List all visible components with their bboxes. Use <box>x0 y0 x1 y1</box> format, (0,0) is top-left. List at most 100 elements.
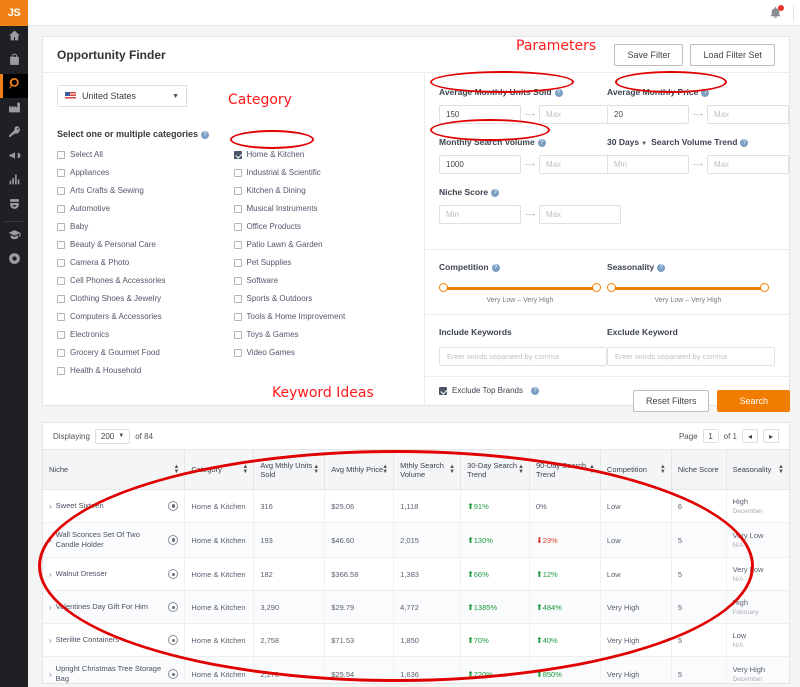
help-icon[interactable]: ? <box>740 139 748 147</box>
avg-price-max-input[interactable] <box>707 105 789 124</box>
category-checkbox-row[interactable]: Camera & Photo <box>57 258 234 267</box>
category-checkbox[interactable] <box>57 313 65 321</box>
column-header[interactable]: 30-Day Search Trend▲▼ <box>461 450 530 490</box>
sort-icon[interactable]: ▲▼ <box>660 465 666 475</box>
category-checkbox[interactable] <box>234 295 242 303</box>
category-checkbox-row[interactable]: Patio Lawn & Garden <box>234 240 411 249</box>
sidebar-item-support[interactable] <box>0 249 28 273</box>
category-checkbox-row[interactable]: Office Products <box>234 222 411 231</box>
category-checkbox-row[interactable]: Computers & Accessories <box>57 312 234 321</box>
help-icon[interactable]: ? <box>555 89 563 97</box>
category-checkbox-row[interactable]: Kitchen & Dining <box>234 186 411 195</box>
sort-icon[interactable]: ▲▼ <box>173 465 179 475</box>
category-checkbox[interactable] <box>57 277 65 285</box>
load-filter-set-button[interactable]: Load Filter Set <box>690 44 775 66</box>
view-details-icon[interactable] <box>168 635 178 645</box>
category-checkbox-row[interactable]: Select All <box>57 150 234 159</box>
sort-icon[interactable]: ▲▼ <box>242 465 248 475</box>
category-checkbox[interactable] <box>234 205 242 213</box>
category-checkbox[interactable] <box>57 169 65 177</box>
category-checkbox[interactable] <box>234 349 242 357</box>
sidebar-item-analytics[interactable] <box>0 170 28 194</box>
notifications-button[interactable] <box>767 4 785 22</box>
sidebar-item-inventory[interactable] <box>0 194 28 218</box>
sort-icon[interactable]: ▲▼ <box>382 465 388 475</box>
category-checkbox-row[interactable]: Grocery & Gourmet Food <box>57 348 234 357</box>
search-volume-min-input[interactable] <box>439 155 521 174</box>
category-checkbox[interactable] <box>57 241 65 249</box>
sidebar-item-keyword-scout[interactable] <box>0 122 28 146</box>
expand-row-icon[interactable]: › <box>49 636 52 645</box>
table-row[interactable]: ›Valentines Day Gift For HimHome & Kitch… <box>43 591 789 624</box>
category-checkbox-row[interactable]: Pet Supplies <box>234 258 411 267</box>
category-checkbox[interactable] <box>234 313 242 321</box>
category-checkbox-row[interactable]: Baby <box>57 222 234 231</box>
help-icon[interactable]: ? <box>657 264 665 272</box>
trend-days-select[interactable]: 30 Days <box>607 137 639 147</box>
help-icon[interactable]: ? <box>538 139 546 147</box>
category-checkbox-row[interactable]: Sports & Outdoors <box>234 294 411 303</box>
category-checkbox-row[interactable]: Home & Kitchen <box>234 150 411 159</box>
seasonality-slider[interactable] <box>607 283 769 293</box>
help-icon[interactable]: ? <box>491 189 499 197</box>
category-checkbox-row[interactable]: Musical Instruments <box>234 204 411 213</box>
category-checkbox[interactable] <box>234 223 242 231</box>
niche-score-min-input[interactable] <box>439 205 521 224</box>
slider-knob-min[interactable] <box>607 283 616 292</box>
slider-knob-max[interactable] <box>760 283 769 292</box>
category-checkbox[interactable] <box>57 367 65 375</box>
reset-filters-button[interactable]: Reset Filters <box>633 390 710 412</box>
sort-icon[interactable]: ▲▼ <box>589 465 595 475</box>
sort-icon[interactable]: ▲▼ <box>313 465 319 475</box>
category-checkbox-row[interactable]: Industrial & Scientific <box>234 168 411 177</box>
view-details-icon[interactable] <box>168 535 178 545</box>
category-checkbox-row[interactable]: Appliances <box>57 168 234 177</box>
column-header[interactable]: Niche Score <box>671 450 726 490</box>
app-logo[interactable]: JS <box>0 0 28 26</box>
column-header[interactable]: Seasonality▲▼ <box>726 450 789 490</box>
save-filter-button[interactable]: Save Filter <box>614 44 683 66</box>
view-details-icon[interactable] <box>168 569 178 579</box>
table-row[interactable]: ›Wall Sconces Set Of Two Candle HolderHo… <box>43 523 789 558</box>
category-checkbox[interactable] <box>57 349 65 357</box>
prev-page-button[interactable]: ◂ <box>742 429 758 443</box>
chevron-down-icon[interactable]: ▼ <box>641 141 647 147</box>
sort-icon[interactable]: ▲▼ <box>449 465 455 475</box>
table-row[interactable]: ›Walnut DresserHome & Kitchen182$366.581… <box>43 558 789 591</box>
expand-row-icon[interactable]: › <box>49 603 52 612</box>
category-checkbox-row[interactable]: Automotive <box>57 204 234 213</box>
sort-icon[interactable]: ▲▼ <box>518 465 524 475</box>
category-checkbox[interactable] <box>57 223 65 231</box>
units-sold-min-input[interactable] <box>439 105 521 124</box>
category-checkbox-row[interactable]: Video Games <box>234 348 411 357</box>
category-checkbox[interactable] <box>57 151 65 159</box>
sort-icon[interactable]: ▲▼ <box>778 465 784 475</box>
column-header[interactable]: Niche▲▼ <box>43 450 185 490</box>
category-checkbox-row[interactable]: Beauty & Personal Care <box>57 240 234 249</box>
table-row[interactable]: ›Upright Christmas Tree Storage BagHome … <box>43 657 789 684</box>
page-size-select[interactable]: 200 ▼ <box>95 429 130 444</box>
category-checkbox[interactable] <box>234 169 242 177</box>
category-checkbox[interactable] <box>234 151 242 159</box>
category-checkbox[interactable] <box>57 187 65 195</box>
column-header[interactable]: Mthly Search Volume▲▼ <box>394 450 461 490</box>
competition-slider[interactable] <box>439 283 601 293</box>
slider-knob-max[interactable] <box>592 283 601 292</box>
view-details-icon[interactable] <box>168 501 178 511</box>
sidebar-item-opportunity-finder[interactable] <box>0 74 28 98</box>
category-checkbox-row[interactable]: Toys & Games <box>234 330 411 339</box>
category-checkbox-row[interactable]: Software <box>234 276 411 285</box>
search-button[interactable]: Search <box>717 390 790 412</box>
help-icon[interactable]: ? <box>201 131 209 139</box>
category-checkbox-row[interactable]: Electronics <box>57 330 234 339</box>
search-trend-min-input[interactable] <box>607 155 689 174</box>
exclude-keywords-input[interactable] <box>607 347 775 366</box>
search-trend-max-input[interactable] <box>707 155 789 174</box>
slider-knob-min[interactable] <box>439 283 448 292</box>
category-checkbox[interactable] <box>57 295 65 303</box>
category-checkbox[interactable] <box>234 187 242 195</box>
category-checkbox-row[interactable]: Health & Household <box>57 366 234 375</box>
page-number-input[interactable]: 1 <box>703 429 719 443</box>
expand-row-icon[interactable]: › <box>49 502 52 511</box>
country-select[interactable]: United States ▼ <box>57 85 187 107</box>
